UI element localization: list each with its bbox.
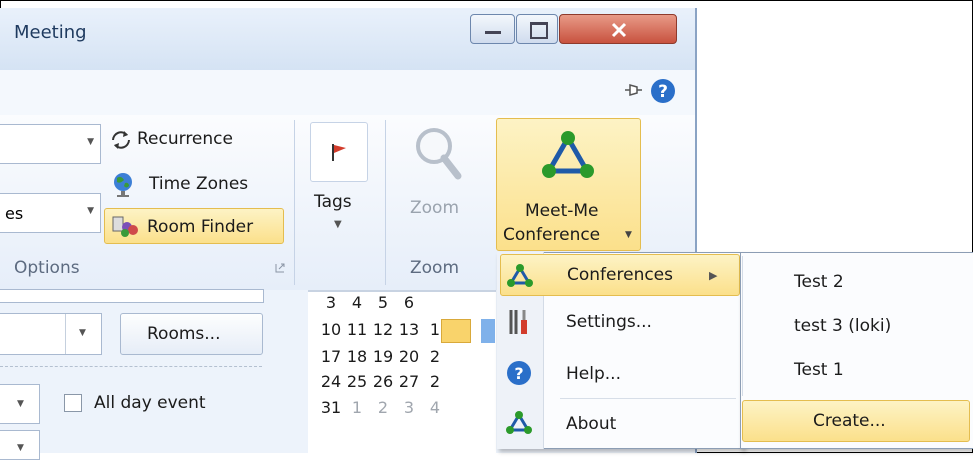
room-finder-button[interactable]: Room Finder <box>104 208 284 244</box>
pin-ribbon-icon[interactable] <box>622 80 644 100</box>
submenu-item-create[interactable]: Create... <box>742 400 970 442</box>
flag-icon <box>332 144 346 161</box>
submenu-arrow-icon: ▶ <box>709 269 718 282</box>
week-selection-highlight <box>481 319 495 343</box>
calendar-day[interactable]: 3 <box>318 293 344 312</box>
chevron-down-icon: ▼ <box>334 219 342 230</box>
tags-icon-frame <box>310 122 368 182</box>
calendar-top-border <box>308 290 496 292</box>
all-day-event-label: All day event <box>94 393 206 413</box>
window-title: Meeting <box>14 22 87 43</box>
conferences-icon <box>507 264 533 287</box>
rooms-button[interactable]: Rooms... <box>120 313 263 355</box>
menu-item-conferences[interactable]: Conferences ▶ <box>500 254 740 296</box>
help-icon[interactable]: ? <box>650 78 676 104</box>
calendar-day[interactable]: 4 <box>422 398 448 417</box>
svg-text:?: ? <box>514 364 523 383</box>
zoom-button[interactable]: Zoom <box>398 118 480 243</box>
calendar-day[interactable]: 20 <box>396 347 422 366</box>
calendar-day[interactable]: 13 <box>396 320 422 339</box>
calendar-day[interactable]: 26 <box>370 372 396 391</box>
maximize-icon <box>530 22 548 39</box>
combo-divider <box>65 314 66 354</box>
tools-icon <box>509 310 527 334</box>
svg-text:?: ? <box>658 82 668 102</box>
help-icon: ? <box>507 361 531 385</box>
minimize-icon <box>485 31 501 34</box>
calendar-week-row: 3456 <box>318 293 448 312</box>
chevron-down-icon: ▼ <box>17 443 24 453</box>
dashed-divider <box>0 366 262 367</box>
calendar-week-row: 24 25 26 27 2 <box>318 372 448 391</box>
meet-me-logo-icon <box>542 131 594 178</box>
calendar-day[interactable]: 6 <box>396 293 422 312</box>
location-field[interactable] <box>0 289 264 303</box>
time-zones-button[interactable]: Time Zones <box>109 172 269 198</box>
submenu-item-test-1[interactable]: Test 1 <box>744 350 969 390</box>
globe-icon <box>114 173 132 197</box>
calendar-day[interactable]: 18 <box>344 347 370 366</box>
calendar-day[interactable]: 25 <box>344 372 370 391</box>
ribbon-tab-strip <box>0 70 697 115</box>
recurrence-icon <box>112 131 130 149</box>
submenu-item-test-3[interactable]: test 3 (loki) <box>744 306 969 346</box>
minimize-button[interactable] <box>470 14 515 44</box>
calendar-day[interactable]: 1 <box>344 398 370 417</box>
menu-item-help[interactable]: ? Help... <box>500 352 740 396</box>
submenu-icon-divider <box>742 256 743 396</box>
maximize-button[interactable] <box>516 14 558 44</box>
calendar-day[interactable]: 2 <box>422 347 448 366</box>
recurrence-button[interactable]: Recurrence <box>109 127 269 153</box>
chevron-down-icon: ▼ <box>79 328 86 338</box>
close-button[interactable] <box>559 14 677 44</box>
magnifier-icon <box>416 128 462 180</box>
room-finder-icon <box>112 216 138 237</box>
about-icon <box>506 411 532 434</box>
calendar-week-row: 31 1 2 3 4 <box>318 398 448 417</box>
menu-item-about[interactable]: About <box>500 402 740 446</box>
time-combo[interactable]: ▼ <box>0 384 40 424</box>
menu-item-settings[interactable]: Settings... <box>500 300 740 344</box>
calendar-day[interactable]: 5 <box>370 293 396 312</box>
chevron-down-icon: ▼ <box>17 399 24 409</box>
options-combo-1[interactable]: ▼ <box>0 124 101 164</box>
calendar-day[interactable]: 17 <box>318 347 344 366</box>
group-separator <box>294 120 295 285</box>
chevron-down-icon: ▼ <box>625 230 632 240</box>
calendar-week-row: 10 11 12 13 1 <box>318 320 448 339</box>
menu-separator <box>560 398 736 399</box>
calendar-day[interactable]: 3 <box>396 398 422 417</box>
selected-day-highlight <box>441 319 471 343</box>
calendar-day[interactable]: 2 <box>422 372 448 391</box>
calendar-day[interactable]: 11 <box>344 320 370 339</box>
date-combo[interactable]: ▼ <box>0 313 102 355</box>
chevron-down-icon: ▼ <box>87 137 94 147</box>
close-icon <box>611 22 627 38</box>
group-separator <box>385 120 386 285</box>
calendar-day[interactable]: 19 <box>370 347 396 366</box>
calendar-day[interactable]: 2 <box>370 398 396 417</box>
all-day-event-checkbox[interactable] <box>64 394 82 412</box>
chevron-down-icon: ▼ <box>87 206 94 216</box>
calendar-day[interactable]: 24 <box>318 372 344 391</box>
meet-me-conference-button[interactable]: Meet-Me Conference ▼ <box>496 118 641 251</box>
zoom-group-label: Zoom <box>410 258 460 278</box>
calendar-day[interactable]: 12 <box>370 320 396 339</box>
end-time-combo[interactable]: ▼ <box>0 430 40 460</box>
dialog-launcher-icon[interactable] <box>275 263 285 273</box>
tags-button[interactable]: Tags ▼ <box>306 118 374 243</box>
options-combo-2[interactable]: es ▼ <box>0 193 101 233</box>
calendar-day[interactable]: 27 <box>396 372 422 391</box>
calendar-day[interactable]: 4 <box>344 293 370 312</box>
options-group-label: Options <box>14 258 80 278</box>
calendar-day[interactable]: 31 <box>318 398 344 417</box>
submenu-item-test-2[interactable]: Test 2 <box>744 262 969 302</box>
calendar-week-row: 17 18 19 20 2 <box>318 347 448 366</box>
calendar-day[interactable]: 10 <box>318 320 344 339</box>
